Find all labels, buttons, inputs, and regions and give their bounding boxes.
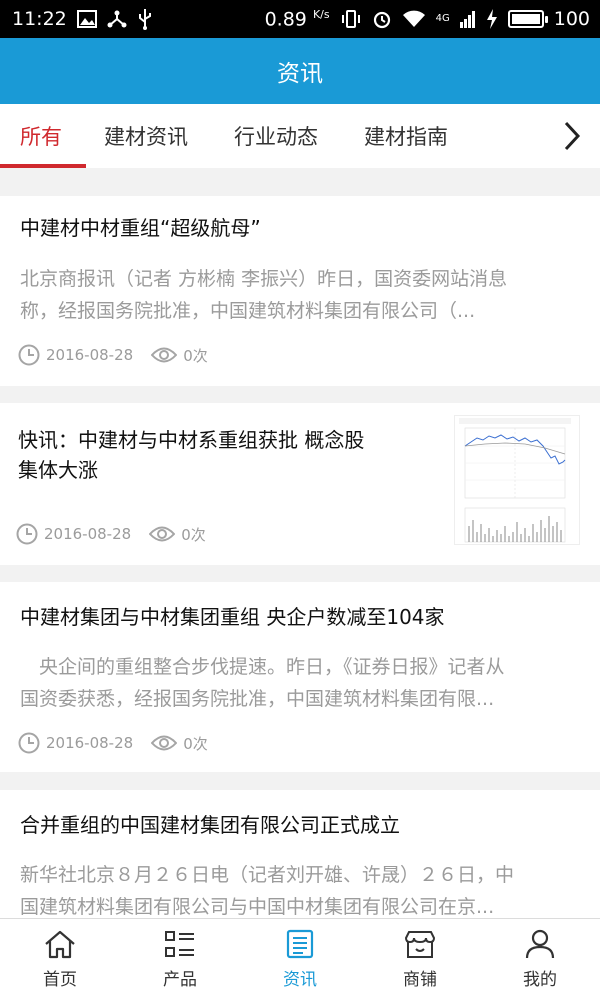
nav-shop-label: 商铺 (403, 970, 437, 990)
signal-bars-icon (459, 10, 476, 28)
chevron-right-icon (564, 121, 581, 151)
status-left: 11:22 (12, 8, 153, 30)
article-summary-line: 北京商报讯（记者 方彬楠 李振兴）昨日，国资委网站消息 (20, 268, 508, 290)
battery-icon (507, 9, 548, 28)
article-title[interactable]: 中建材中材重组“超级航母” (20, 213, 261, 243)
tab-industry-news[interactable]: 行业动态 (234, 104, 318, 168)
article-card[interactable]: 中建材中材重组“超级航母” 北京商报讯（记者 方彬楠 李振兴）昨日，国资委网站消… (0, 196, 600, 386)
article-title-line[interactable]: 集体大涨 (18, 455, 98, 485)
home-icon (45, 930, 75, 959)
vibrate-icon (340, 9, 362, 29)
share-network-icon (107, 9, 127, 29)
image-notification-icon (76, 10, 97, 28)
nav-shop[interactable]: 商铺 (360, 919, 480, 1000)
clock-icon (16, 523, 38, 545)
nav-home-label: 首页 (43, 970, 77, 990)
news-icon (286, 929, 314, 959)
wifi-icon (402, 10, 426, 28)
status-bar: 11:22 0.89 K/s 4G 100 (0, 0, 600, 38)
status-time: 11:22 (12, 8, 67, 30)
article-date: 2016-08-28 (44, 525, 132, 543)
article-views: 0次 (183, 734, 208, 753)
nav-products[interactable]: 产品 (120, 919, 240, 1000)
nav-profile[interactable]: 我的 (480, 919, 600, 1000)
article-title-line[interactable]: 快讯：中建材与中材系重组获批 概念股 (18, 425, 364, 455)
article-summary-line: 国资委获悉，经报国务院批准，中国建筑材料集团有限... (20, 688, 495, 710)
article-summary-line: 央企间的重组整合步伐提速。昨日，《证券日报》记者从 (20, 656, 505, 678)
eye-icon (151, 346, 178, 364)
tab-materials-guide[interactable]: 建材指南 (364, 104, 448, 168)
alarm-icon (372, 9, 392, 29)
tab-building-materials-news[interactable]: 建材资讯 (104, 104, 188, 168)
clock-icon (18, 732, 40, 754)
battery-level: 100 (553, 7, 590, 30)
article-views: 0次 (183, 346, 208, 365)
category-tabs: 所有 建材资讯 行业动态 建材指南 (0, 104, 600, 168)
clock-icon (18, 344, 40, 366)
article-title[interactable]: 合并重组的中国建材集团有限公司正式成立 (20, 810, 400, 840)
article-views: 0次 (181, 525, 206, 544)
article-meta: 2016-08-28 0次 (16, 523, 206, 545)
article-meta: 2016-08-28 0次 (18, 732, 208, 754)
shop-icon (404, 931, 436, 958)
charging-icon (486, 8, 498, 29)
article-summary-line: 新华社北京８月２６日电（记者刘开雄、许晟）２６日，中 (20, 864, 515, 886)
tabs-scroll-right-button[interactable] (552, 104, 592, 168)
title-bar: 资讯 (0, 38, 600, 104)
nav-products-label: 产品 (163, 970, 197, 990)
bottom-navigation: 首页 产品 资讯 商铺 我的 (0, 918, 600, 1000)
network-speed: 0.89 K/s (264, 7, 330, 31)
grid-list-icon (165, 931, 194, 957)
article-summary-line: 称，经报国务院批准，中国建筑材料集团有限公司（... (20, 300, 476, 322)
article-date: 2016-08-28 (46, 734, 134, 752)
nav-home[interactable]: 首页 (0, 919, 120, 1000)
article-card[interactable]: 中建材集团与中材集团重组 央企户数减至104家 央企间的重组整合步伐提速。昨日，… (0, 582, 600, 772)
article-card[interactable]: 快讯：中建材与中材系重组获批 概念股 集体大涨 2016-08-28 0次 (0, 403, 600, 565)
article-meta: 2016-08-28 0次 (18, 344, 208, 366)
article-card[interactable]: 合并重组的中国建材集团有限公司正式成立 新华社北京８月２６日电（记者刘开雄、许晟… (0, 790, 600, 930)
usb-icon (137, 8, 153, 30)
tab-all[interactable]: 所有 (0, 104, 86, 168)
page-title: 资讯 (277, 61, 323, 87)
nav-news[interactable]: 资讯 (240, 919, 360, 1000)
nav-profile-label: 我的 (523, 970, 557, 990)
status-right: 0.89 K/s 4G 100 (265, 8, 590, 30)
article-date: 2016-08-28 (46, 346, 134, 364)
article-title[interactable]: 中建材集团与中材集团重组 央企户数减至104家 (20, 602, 445, 632)
cell-signal-icon: 4G (435, 13, 450, 25)
eye-icon (151, 734, 178, 752)
article-thumbnail-stock-chart[interactable] (454, 415, 580, 545)
user-icon (525, 929, 555, 959)
nav-news-label: 资讯 (283, 970, 317, 990)
eye-icon (149, 525, 176, 543)
